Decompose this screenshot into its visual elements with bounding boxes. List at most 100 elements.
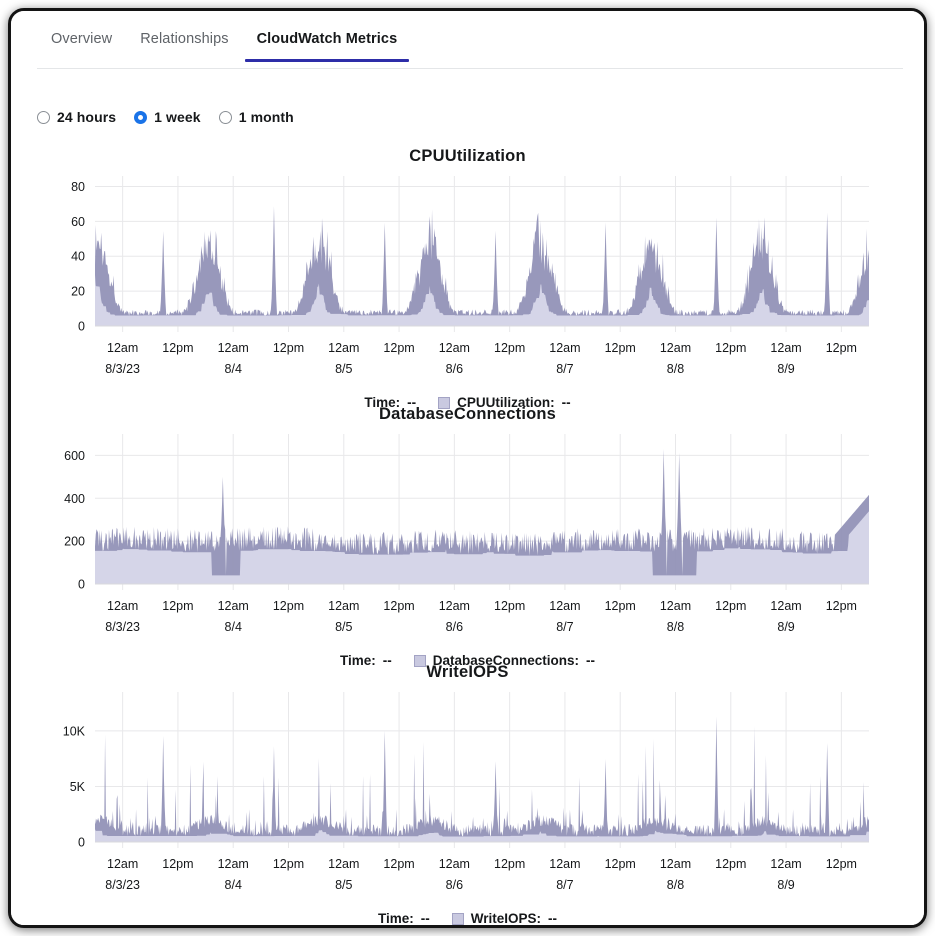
x-axis-tick-label: 12am [107,341,138,355]
x-axis-tick-label: 12pm [826,857,857,871]
x-axis-date-label: 8/3/23 [105,620,140,634]
chart-plot-writeiops[interactable]: 0 5K 10K 12am 8/3/23 12pm 12am 8/4 12pm 12am 8/5 12… [11,682,924,907]
y-axis-tick-label: 0 [78,320,85,334]
x-axis-tick-label: 12pm [494,857,525,871]
y-axis-tick-label: 60 [71,215,85,229]
x-axis-tick-label: 12pm [273,599,304,613]
chart-title-writeiops: WriteIOPS [426,663,509,681]
x-axis-date-label: 8/8 [667,878,684,892]
x-axis-tick-label: 12pm [273,341,304,355]
chart-svg-databaseconnections[interactable]: 0 200 400 600 12am 8/3/23 12pm 12am 8/4 12pm 12am 8… [11,424,924,649]
x-axis-tick-label: 12pm [826,341,857,355]
chart-card-writeiops: WriteIOPS 0 5K 10K 12am 8/3/23 12pm 12am 8/4 12p… [11,663,924,925]
tooltip-series-label: WriteIOPS: [470,911,542,925]
chart-title-databaseconnections: DatabaseConnections [378,405,557,423]
x-axis-date-label: 8/8 [667,362,684,376]
chart-card-cpuutilization: CPUUtilization 0 20 40 60 80 12am 8/3/23 12pm 12… [11,147,924,410]
series-area-peak [95,716,869,842]
x-axis-tick-label: 12pm [162,599,193,613]
chart-svg-cpuutilization[interactable]: 0 20 40 60 80 12am 8/3/23 12pm 12am 8/4 12pm 12am 8/… [11,166,924,391]
x-axis-date-label: 8/5 [335,620,352,634]
radio-circle-icon [37,110,50,124]
x-axis-tick-label: 12am [549,341,580,355]
x-axis-date-label: 8/9 [777,362,794,376]
app-window: Overview Relationships CloudWatch Metric… [8,8,927,928]
tab-cloudwatch-metrics[interactable]: CloudWatch Metrics [243,25,412,62]
x-axis-tick-label: 12am [439,857,470,871]
x-axis-tick-label: 12pm [494,341,525,355]
x-axis-date-label: 8/9 [777,878,794,892]
chart-tooltip-writeiops: Time: -- WriteIOPS: -- [11,911,924,925]
x-axis-tick-label: 12am [218,341,249,355]
chart-card-databaseconnections: DatabaseConnections 0 200 400 600 12am 8/3/23… [11,405,924,668]
x-axis-tick-label: 12am [660,599,691,613]
x-axis-tick-label: 12am [107,857,138,871]
x-axis-tick-label: 12pm [605,599,636,613]
radio-label-24-hours: 24 hours [57,109,117,125]
y-axis-tick-label: 0 [78,836,85,850]
radio-option-1-week[interactable]: 1 week [134,109,201,125]
legend-swatch-icon [451,912,464,925]
radio-circle-icon [218,110,232,124]
tooltip-time-writeiops: Time: -- [378,911,430,925]
tab-overview[interactable]: Overview [37,25,126,61]
x-axis-tick-label: 12am [770,599,801,613]
x-axis-tick-label: 12am [770,857,801,871]
x-axis-date-label: 8/5 [335,878,352,892]
x-axis-date-label: 8/4 [225,878,242,892]
tab-relationships[interactable]: Relationships [126,25,242,61]
y-axis-tick-label: 20 [71,285,85,299]
x-axis-date-label: 8/7 [556,362,573,376]
y-axis-tick-label: 40 [71,250,85,264]
x-axis-tick-label: 12am [439,341,470,355]
tab-bar: Overview Relationships CloudWatch Metric… [37,25,903,69]
x-axis-tick-label: 12am [107,599,138,613]
radio-option-24-hours[interactable]: 24 hours [37,109,116,125]
x-axis-tick-label: 12pm [162,857,193,871]
x-axis-date-label: 8/6 [446,878,463,892]
x-axis-tick-label: 12pm [383,599,414,613]
tab-cloudwatch-metrics-label: CloudWatch Metrics [256,31,398,47]
time-range-radio-group: 24 hours 1 week 1 month [37,109,294,125]
radio-circle-selected-icon [134,110,148,124]
chart-title-cpuutilization: CPUUtilization [409,147,526,165]
y-axis-tick-label: 200 [64,535,85,549]
x-axis-tick-label: 12pm [826,599,857,613]
x-axis-date-label: 8/8 [667,620,684,634]
x-axis-date-label: 8/9 [777,620,794,634]
x-axis-tick-label: 12pm [273,857,304,871]
tooltip-series-value: -- [548,911,558,925]
x-axis-tick-label: 12pm [715,857,746,871]
tab-relationships-label: Relationships [140,31,229,47]
x-axis-date-label: 8/3/23 [105,878,140,892]
x-axis-tick-label: 12pm [605,857,636,871]
chart-plot-cpuutilization[interactable]: 0 20 40 60 80 12am 8/3/23 12pm 12am 8/4 12pm 12am 8/… [11,166,924,391]
x-axis-tick-label: 12am [770,341,801,355]
chart-plot-databaseconnections[interactable]: 0 200 400 600 12am 8/3/23 12pm 12am 8/4 12pm 12am 8… [11,424,924,649]
x-axis-tick-label: 12am [218,857,249,871]
x-axis-tick-label: 12am [549,857,580,871]
radio-option-1-month[interactable]: 1 month [218,109,294,125]
x-axis-date-label: 8/7 [556,620,573,634]
x-axis-tick-label: 12am [218,599,249,613]
x-axis-tick-label: 12am [328,599,359,613]
x-axis-tick-label: 12pm [162,341,193,355]
x-axis-tick-label: 12pm [715,599,746,613]
screenshot-root: Overview Relationships CloudWatch Metric… [0,0,935,936]
chart-svg-writeiops[interactable]: 0 5K 10K 12am 8/3/23 12pm 12am 8/4 12pm 12am 8/5 12… [11,682,924,907]
x-axis-tick-label: 12pm [383,857,414,871]
y-axis-tick-label: 400 [64,492,85,506]
x-axis-tick-label: 12pm [605,341,636,355]
tooltip-time-label: Time: [377,911,414,925]
x-axis-date-label: 8/3/23 [105,362,140,376]
x-axis-tick-label: 12am [439,599,470,613]
x-axis-tick-label: 12am [660,857,691,871]
x-axis-tick-label: 12am [328,857,359,871]
x-axis-date-label: 8/4 [225,620,242,634]
window-content: Overview Relationships CloudWatch Metric… [11,11,924,925]
x-axis-date-label: 8/5 [335,362,352,376]
x-axis-date-label: 8/6 [446,362,463,376]
y-axis-tick-label: 10K [63,724,86,738]
x-axis-tick-label: 12pm [383,341,414,355]
y-axis-tick-label: 600 [64,449,85,463]
